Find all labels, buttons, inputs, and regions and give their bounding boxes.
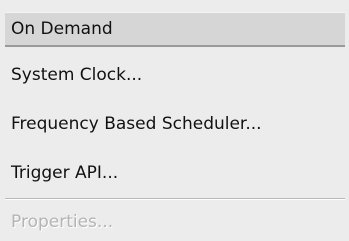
menu-item-trigger-api[interactable]: Trigger API... — [5, 154, 345, 192]
scheduler-menu: On Demand System Clock... Frequency Base… — [0, 0, 349, 241]
menu-item-label: On Demand — [11, 19, 113, 39]
menu-item-label: System Clock... — [11, 65, 143, 85]
menu-item-on-demand[interactable]: On Demand — [5, 12, 345, 47]
menu-item-label: Properties... — [11, 212, 114, 232]
menu-item-label: Trigger API... — [11, 163, 119, 183]
menu-item-properties: Properties... — [5, 203, 345, 241]
menu-item-frequency-based-scheduler[interactable]: Frequency Based Scheduler... — [5, 105, 345, 143]
menu-item-system-clock[interactable]: System Clock... — [5, 56, 345, 94]
menu-item-label: Frequency Based Scheduler... — [11, 114, 262, 134]
menu-separator — [5, 198, 345, 200]
